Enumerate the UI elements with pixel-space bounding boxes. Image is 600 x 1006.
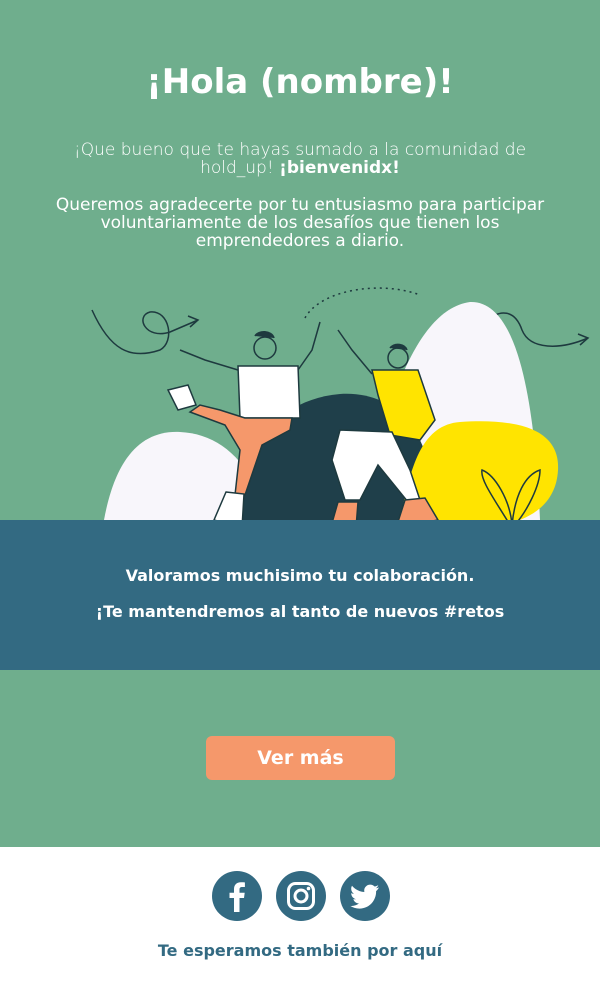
high-five-illustration (91, 287, 590, 531)
twitter-icon (350, 884, 379, 909)
instagram-link[interactable] (276, 871, 326, 921)
hero-section: ¡Hola (nombre)! ¡Que bueno que te hayas … (0, 0, 600, 847)
ver-mas-button[interactable]: Ver más (206, 736, 395, 780)
facebook-link[interactable] (212, 871, 262, 921)
intro-highlight: ¡bienvenidx! (279, 158, 400, 178)
footer-tagline: Te esperamos también por aquí (157, 941, 443, 960)
email-page: ¡Hola (nombre)! ¡Que bueno que te hayas … (0, 0, 600, 1006)
instagram-icon (287, 882, 315, 910)
dotted-arc-icon (304, 287, 421, 319)
band-line-2: ¡Te mantendremos al tanto de nuevos #ret… (95, 602, 505, 621)
twitter-link[interactable] (340, 871, 390, 921)
facebook-icon (229, 882, 245, 912)
page-title: ¡Hola (nombre)! (146, 62, 454, 102)
squiggle-left-icon (91, 309, 199, 355)
footer: Te esperamos también por aquí (0, 847, 600, 1006)
band-line-1: Valoramos muchisimo tu colaboración. (125, 566, 475, 585)
thanks-text: Queremos agradecerte por tu entusiasmo p… (55, 195, 545, 251)
message-band: Valoramos muchisimo tu colaboración. ¡Te… (0, 520, 600, 670)
intro-text: ¡Que bueno que te hayas sumado a la comu… (60, 141, 540, 177)
